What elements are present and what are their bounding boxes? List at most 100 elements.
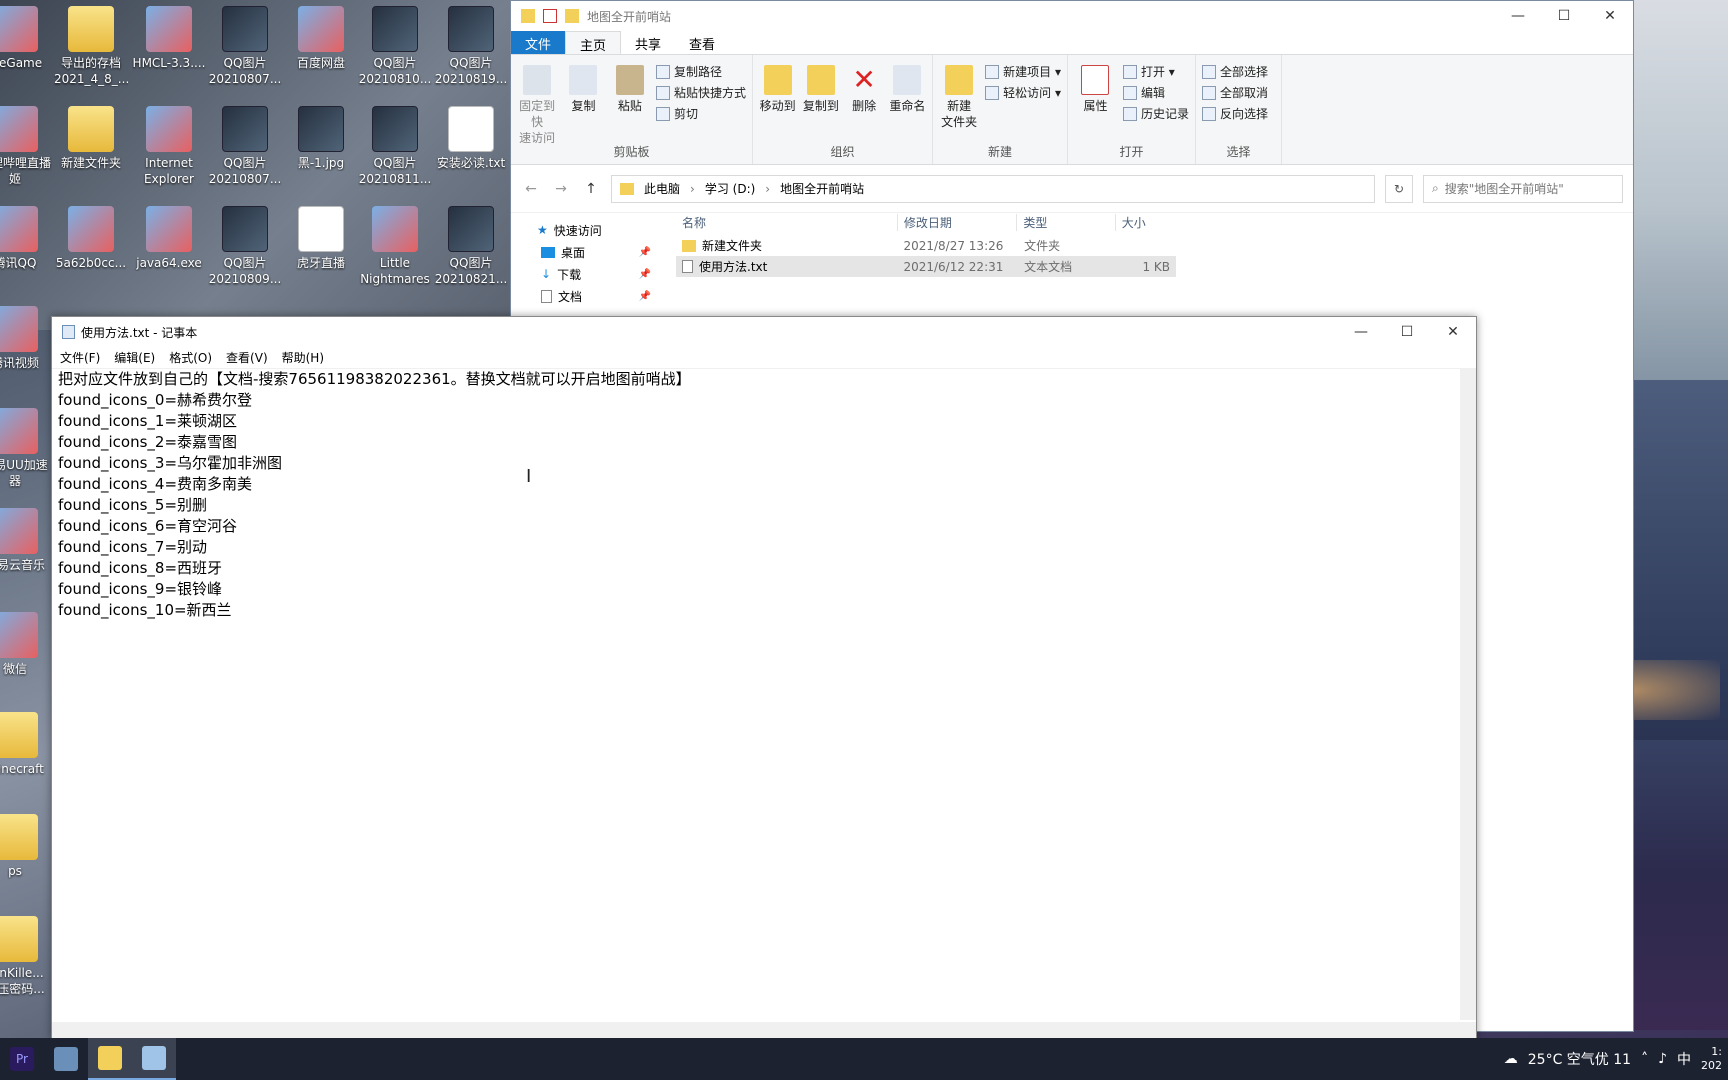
app-icon bbox=[0, 106, 38, 152]
search-box[interactable]: ⌕ 搜索"地图全开前哨站" bbox=[1423, 174, 1623, 203]
desktop-icon-item[interactable]: 腾讯QQ bbox=[0, 206, 52, 271]
folder-icon bbox=[98, 1046, 122, 1070]
desktop-icon-item[interactable]: QQ图片 20210809... bbox=[208, 206, 282, 287]
desktop-icon-item[interactable]: tCnKille... 解压密码... bbox=[0, 916, 52, 997]
taskbar-premiere[interactable]: Pr bbox=[0, 1038, 44, 1080]
address-bar[interactable]: 此电脑 › 学习 (D:) › 地图全开前哨站 bbox=[611, 174, 1375, 203]
desktop-icon-label: QQ图片 20210811... bbox=[358, 156, 432, 186]
weather-text[interactable]: 25°C 空气优 11 bbox=[1528, 1049, 1631, 1069]
close-button[interactable]: ✕ bbox=[1587, 1, 1633, 31]
tab-file[interactable]: 文件 bbox=[511, 31, 566, 54]
desktop-icon-item[interactable]: 5a62b0cc... bbox=[54, 206, 128, 271]
open-button[interactable]: 打开 ▾ bbox=[1122, 63, 1189, 80]
desktop-icon-label: 安装必读.txt bbox=[436, 156, 506, 170]
column-date[interactable]: 修改日期 bbox=[896, 213, 1017, 231]
paste-shortcut-button[interactable]: 粘贴快捷方式 bbox=[655, 84, 746, 101]
taskbar-explorer[interactable] bbox=[88, 1038, 132, 1080]
nav-documents[interactable]: 文档 📌 bbox=[511, 285, 661, 307]
desktop-icon-item[interactable]: 腾讯视频 bbox=[0, 306, 52, 371]
easy-access-button[interactable]: 轻松访问 ▾ bbox=[985, 84, 1061, 101]
qqimg-icon bbox=[372, 6, 418, 52]
desktop-icon-item[interactable]: 微信 bbox=[0, 612, 52, 677]
menu-edit[interactable]: 编辑(E) bbox=[114, 349, 155, 366]
notepad-text-area[interactable]: 把对应文件放到自己的【文档-搜索76561198382022361。替换文档就可… bbox=[56, 369, 1458, 1020]
group-label: 剪贴板 bbox=[613, 145, 650, 159]
desktop-icon-label: 虎牙直播 bbox=[296, 256, 345, 270]
desktop-icon-item[interactable]: 虎牙直播 bbox=[284, 206, 358, 271]
minimize-button[interactable]: — bbox=[1338, 317, 1384, 347]
copy-path-button[interactable]: 复制路径 bbox=[655, 63, 746, 80]
desktop-icon-item[interactable]: 哔哩哔哩直播 姬 bbox=[0, 106, 52, 187]
menu-format[interactable]: 格式(O) bbox=[169, 349, 212, 366]
desktop-icon-item[interactable]: QQ图片 20210807... bbox=[208, 6, 282, 87]
desktop-icon-item[interactable]: 百度网盘 bbox=[284, 6, 358, 71]
notepad-icon bbox=[142, 1046, 166, 1070]
clock[interactable]: 1: 202 bbox=[1701, 1045, 1722, 1073]
minimize-button[interactable]: — bbox=[1495, 1, 1541, 31]
tab-home[interactable]: 主页 bbox=[565, 31, 622, 54]
up-button[interactable]: ↑ bbox=[581, 181, 601, 197]
desktop-icon-item[interactable]: 导出的存档 2021_4_8_... bbox=[54, 6, 128, 87]
close-button[interactable]: ✕ bbox=[1430, 317, 1476, 347]
file-row-selected[interactable]: 使用方法.txt 2021/6/12 22:31 文本文档 1 KB bbox=[676, 256, 1176, 277]
invert-selection-button[interactable]: 反向选择 bbox=[1202, 105, 1268, 122]
desktop-icon-label: 5a62b0cc... bbox=[55, 256, 127, 270]
file-row[interactable]: 新建文件夹 2021/8/27 13:26 文件夹 bbox=[676, 235, 1176, 256]
cut-button[interactable]: 剪切 bbox=[655, 105, 746, 122]
desktop-icon-label: QQ图片 20210821... bbox=[434, 256, 508, 286]
menu-help[interactable]: 帮助(H) bbox=[282, 349, 324, 366]
menu-view[interactable]: 查看(V) bbox=[226, 349, 268, 366]
vertical-scrollbar[interactable] bbox=[1460, 369, 1476, 1020]
desktop-icon-item[interactable]: 黑-1.jpg bbox=[284, 106, 358, 171]
back-button[interactable]: ← bbox=[521, 181, 541, 197]
desktop-icon-item[interactable]: ps bbox=[0, 814, 52, 879]
taskbar-app[interactable] bbox=[44, 1038, 88, 1080]
new-item-button[interactable]: 新建项目 ▾ bbox=[985, 63, 1061, 80]
desktop-icon-item[interactable]: QQ图片 20210810... bbox=[358, 6, 432, 87]
maximize-button[interactable]: ☐ bbox=[1384, 317, 1430, 347]
select-all-button[interactable]: 全部选择 bbox=[1202, 63, 1268, 80]
column-size[interactable]: 大小 bbox=[1114, 213, 1176, 231]
refresh-button[interactable]: ↻ bbox=[1385, 174, 1413, 203]
ribbon: 固定到快 速访问 复制 粘贴 复制路径 粘贴快捷方式 剪切 剪贴板 移动到 复制… bbox=[511, 55, 1633, 165]
chevron-up-icon[interactable]: ˄ bbox=[1641, 1051, 1648, 1067]
horizontal-scrollbar[interactable] bbox=[52, 1022, 1476, 1038]
tab-share[interactable]: 共享 bbox=[621, 31, 675, 54]
desktop-icon-item[interactable]: java64.exe bbox=[132, 206, 206, 271]
document-icon bbox=[541, 289, 552, 303]
breadcrumb-folder[interactable]: 地图全开前哨站 bbox=[780, 180, 864, 197]
nav-downloads[interactable]: ↓ 下载 📌 bbox=[511, 263, 661, 285]
breadcrumb-drive[interactable]: 学习 (D:) bbox=[705, 180, 755, 197]
desktop-icon-item[interactable]: 网易UU加速 器 bbox=[0, 408, 52, 489]
breadcrumb-this-pc[interactable]: 此电脑 bbox=[644, 180, 680, 197]
tab-view[interactable]: 查看 bbox=[675, 31, 729, 54]
desktop-icon-item[interactable]: QQ图片 20210819... bbox=[434, 6, 508, 87]
desktop-icon-item[interactable]: Little Nightmares bbox=[358, 206, 432, 287]
desktop-icon-item[interactable]: QQ图片 20210807... bbox=[208, 106, 282, 187]
desktop-icon-item[interactable]: Internet Explorer bbox=[132, 106, 206, 187]
maximize-button[interactable]: ☐ bbox=[1541, 1, 1587, 31]
desktop-icon-item[interactable]: 网易云音乐 bbox=[0, 508, 52, 573]
history-button[interactable]: 历史记录 bbox=[1122, 105, 1189, 122]
desktop-icon-item[interactable]: WeGame bbox=[0, 6, 52, 71]
ime-indicator[interactable]: 中 bbox=[1677, 1049, 1691, 1069]
desktop-icon-item[interactable]: QQ图片 20210811... bbox=[358, 106, 432, 187]
navigation-pane: ★ 快速访问 桌面 📌 ↓ 下载 📌 文档 📌 bbox=[511, 219, 661, 307]
desktop-icon-item[interactable]: minecraft bbox=[0, 712, 52, 777]
desktop-icon-item[interactable]: 安装必读.txt bbox=[434, 106, 508, 171]
desktop-icon-item[interactable]: QQ图片 20210821... bbox=[434, 206, 508, 287]
column-name[interactable]: 名称 bbox=[676, 214, 897, 231]
column-type[interactable]: 类型 bbox=[1016, 213, 1114, 231]
desktop-icon-item[interactable]: 新建文件夹 bbox=[54, 106, 128, 171]
nav-desktop[interactable]: 桌面 📌 bbox=[511, 241, 661, 263]
taskbar-notepad[interactable] bbox=[132, 1038, 176, 1080]
search-icon: ⌕ bbox=[1432, 181, 1439, 195]
nav-quick-access[interactable]: ★ 快速访问 bbox=[511, 219, 661, 241]
speaker-icon[interactable]: ♪ bbox=[1658, 1051, 1667, 1067]
desktop-icon-label: QQ图片 20210807... bbox=[208, 56, 282, 86]
forward-button[interactable]: → bbox=[551, 181, 571, 197]
edit-button[interactable]: 编辑 bbox=[1122, 84, 1189, 101]
select-none-button[interactable]: 全部取消 bbox=[1202, 84, 1268, 101]
desktop-icon-item[interactable]: HMCL-3.3.... bbox=[132, 6, 206, 71]
menu-file[interactable]: 文件(F) bbox=[60, 349, 100, 366]
